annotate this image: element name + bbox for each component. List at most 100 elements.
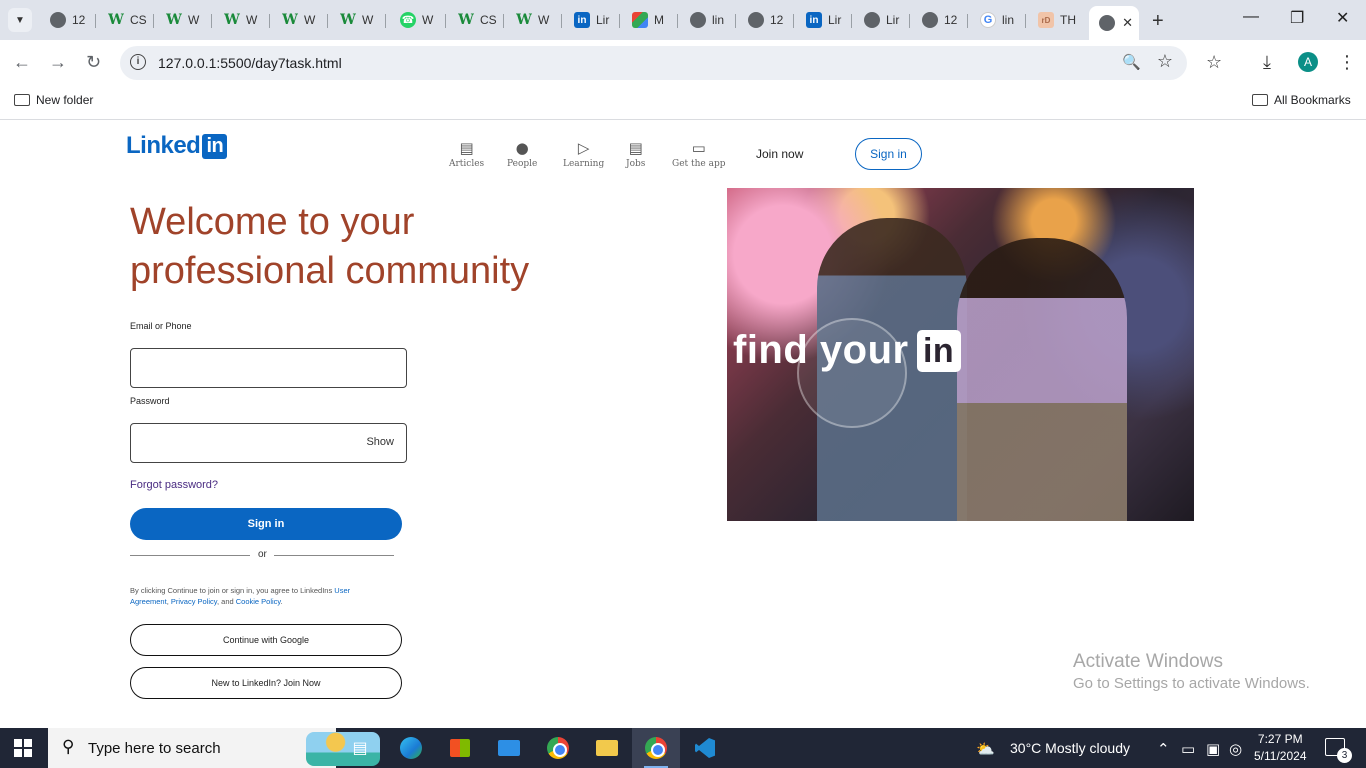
w-icon: W <box>166 12 182 28</box>
site-info-icon[interactable]: i <box>130 54 146 70</box>
nav-learning[interactable]: ▷ Learning <box>563 139 604 169</box>
browser-tab[interactable]: lin <box>680 6 736 34</box>
nav-get-app[interactable]: ▭ Get the app <box>672 139 725 169</box>
legal-text: By clicking Continue to join or sign in,… <box>130 585 380 607</box>
browser-tab[interactable]: rD TH <box>1028 6 1084 34</box>
nav-jobs[interactable]: ▤ Jobs <box>626 139 645 169</box>
restore-icon[interactable]: ❐ <box>1290 8 1304 28</box>
linkedin-logo[interactable]: Linked in <box>126 132 228 160</box>
bookmarks-bar: New folder All Bookmarks <box>0 86 1366 120</box>
forgot-password-link[interactable]: Forgot password? <box>130 479 218 491</box>
browser-tab[interactable]: W CS <box>98 6 154 34</box>
close-window-icon[interactable]: ✕ <box>1336 8 1349 28</box>
w-icon: W <box>516 12 532 28</box>
taskbar: ⚲ Type here to search ▤ ⛅ 30°C Mostly cl… <box>0 728 1366 768</box>
legal-and: , and <box>216 597 236 606</box>
browser-tab[interactable]: Glin <box>970 6 1026 34</box>
sign-in-button[interactable]: Sign in <box>130 508 402 540</box>
nav-articles[interactable]: ▤ Articles <box>449 139 484 169</box>
zoom-icon[interactable]: 🔍 <box>1122 53 1141 71</box>
network-icon[interactable]: ◎ <box>1229 740 1242 758</box>
browser-tab-active[interactable]: ✕ <box>1089 6 1139 40</box>
browser-tab[interactable]: WW <box>272 6 328 34</box>
url-text: 127.0.0.1:5500/day7task.html <box>158 55 342 71</box>
whatsapp-icon: ☎ <box>400 12 416 28</box>
browser-tab[interactable]: 12 <box>40 6 96 34</box>
browser-tab[interactable]: in Lir <box>564 6 620 34</box>
continue-with-google-button[interactable]: Continue with Google <box>130 624 402 656</box>
join-now-button[interactable]: New to LinkedIn? Join Now <box>130 667 402 699</box>
close-tab-icon[interactable]: ✕ <box>1122 15 1133 31</box>
browser-tab[interactable]: W CS <box>448 6 504 34</box>
show-hidden-icons[interactable]: ⌃ <box>1157 740 1170 758</box>
people-icon: ● <box>515 139 529 157</box>
favorites-icon[interactable]: ☆ <box>1206 52 1222 73</box>
browser-tab[interactable]: M <box>622 6 678 34</box>
privacy-policy-link[interactable]: Privacy Policy <box>171 597 217 606</box>
browser-tab[interactable]: WW <box>506 6 562 34</box>
tab-label: W <box>362 13 374 27</box>
join-now-link[interactable]: Join now <box>756 147 803 161</box>
folder-icon <box>14 94 30 106</box>
battery-icon[interactable]: ▭ <box>1181 740 1195 758</box>
back-icon[interactable]: ← <box>13 52 31 73</box>
page-headline: Welcome to your professional community <box>130 201 530 292</box>
legal-prefix: By clicking Continue to join or sign in,… <box>130 586 335 595</box>
hero-image: find your in <box>727 188 1194 521</box>
browser-tab[interactable]: WW <box>330 6 386 34</box>
tab-search-icon[interactable]: ▼ <box>8 8 32 32</box>
browser-tab[interactable]: Lir <box>854 6 910 34</box>
globe-icon <box>1099 15 1115 31</box>
new-tab-button[interactable]: + <box>1152 10 1164 33</box>
tab-label: W <box>422 13 434 27</box>
weather-text[interactable]: 30°C Mostly cloudy <box>1010 740 1130 756</box>
taskbar-search[interactable]: ⚲ Type here to search <box>48 728 380 768</box>
browser-tab[interactable]: 12 <box>912 6 968 34</box>
password-field[interactable]: Show <box>130 423 407 463</box>
notification-icon[interactable]: 3 <box>1325 738 1352 763</box>
tab-label: W <box>304 13 316 27</box>
page: Linked in ▤ Articles ● People ▷ Learning ▤ Jo… <box>0 121 1366 728</box>
file-explorer-icon[interactable] <box>593 734 621 762</box>
email-field[interactable] <box>130 348 407 388</box>
forward-icon[interactable]: → <box>49 52 67 73</box>
store-icon[interactable] <box>446 734 474 762</box>
all-bookmarks[interactable]: All Bookmarks <box>1252 93 1351 107</box>
divider-right <box>274 555 394 556</box>
chrome-icon[interactable] <box>544 734 572 762</box>
show-password-button[interactable]: Show <box>366 436 394 448</box>
clock-time: 7:27 PM <box>1257 732 1303 746</box>
browser-tab[interactable]: ☎ W <box>390 6 446 34</box>
browser-toolbar: ← → ↻ i 127.0.0.1:5500/day7task.html 🔍 ☆… <box>0 40 1366 86</box>
download-icon[interactable]: ⤓ <box>1263 52 1271 73</box>
chrome-profile-icon[interactable] <box>632 728 680 768</box>
cookie-policy-link[interactable]: Cookie Policy <box>236 597 281 606</box>
meet-now-icon[interactable]: ▣ <box>1206 740 1220 758</box>
minimize-icon[interactable]: — <box>1243 8 1259 26</box>
taskbar-clock[interactable]: 7:27 PM 5/11/2024 <box>1254 731 1307 765</box>
nav-people[interactable]: ● People <box>507 139 537 169</box>
weather-icon[interactable]: ⛅ <box>976 740 995 758</box>
tab-label: W <box>538 13 550 27</box>
bookmark-star-icon[interactable]: ☆ <box>1157 51 1173 72</box>
browser-tab[interactable]: WW <box>214 6 270 34</box>
mail-icon[interactable] <box>495 734 523 762</box>
menu-icon[interactable]: ⋮ <box>1338 52 1356 73</box>
sign-in-header-button[interactable]: Sign in <box>855 138 922 170</box>
address-bar[interactable]: i 127.0.0.1:5500/day7task.html 🔍 ☆ <box>120 46 1187 80</box>
profile-avatar[interactable]: A <box>1298 52 1318 72</box>
vscode-icon[interactable] <box>691 734 719 762</box>
globe-icon <box>922 12 938 28</box>
task-view-icon[interactable]: ▤ <box>346 734 374 762</box>
windows-start-icon[interactable] <box>14 739 32 757</box>
th-icon: rD <box>1038 12 1054 28</box>
browser-tab[interactable]: in Lir <box>796 6 852 34</box>
edge-icon[interactable] <box>397 734 425 762</box>
hero-text: find your <box>733 328 909 372</box>
browser-tab[interactable]: 12 <box>738 6 794 34</box>
bookmark-folder[interactable]: New folder <box>14 93 93 107</box>
reload-icon[interactable]: ↻ <box>86 52 101 73</box>
search-icon: ⚲ <box>62 737 75 756</box>
browser-tab[interactable]: WW <box>156 6 212 34</box>
email-label: Email or Phone <box>130 321 192 331</box>
